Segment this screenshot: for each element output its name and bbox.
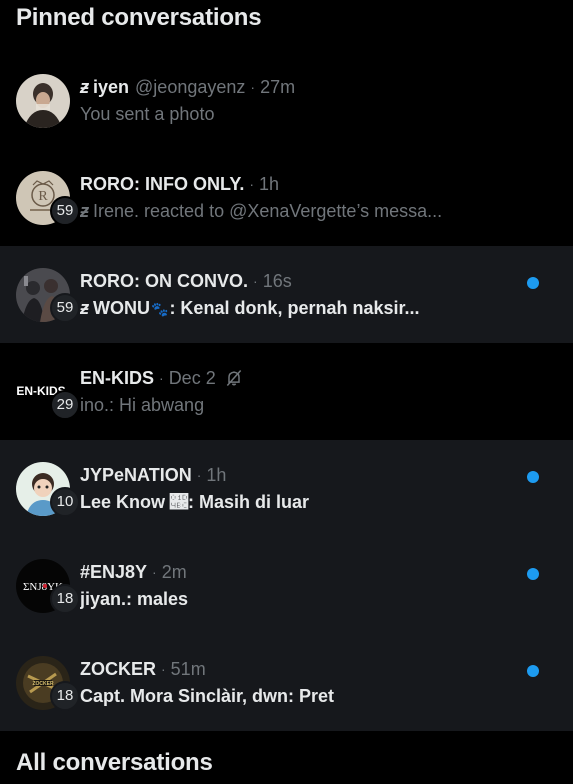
conversation-text: ZOCKER · 51m Capt. Mora Sinclàir, dwn: P…	[80, 658, 557, 707]
conversation-time: Dec 2	[168, 368, 216, 388]
conversation-preview-text: Irene. reacted to @XenaVergette’s messa.…	[93, 201, 443, 221]
conversation-item-enj8y[interactable]: ΣNJ8YK 18 #ENJ8Y · 2m jiyan.: males	[0, 537, 573, 634]
separator-dot: ·	[250, 79, 256, 95]
avatar-container: R 59	[16, 170, 80, 226]
conversation-preview: ino.: Hi abwang	[80, 395, 205, 415]
avatar-container: 59	[16, 267, 80, 323]
separator-dot: ·	[161, 661, 166, 677]
conversation-name-text: iyen	[93, 77, 130, 97]
all-conversations-header: All conversations	[16, 749, 213, 776]
conversation-time: 1h	[206, 465, 227, 485]
avatar-container	[16, 73, 70, 128]
conversation-time: 51m	[170, 659, 206, 679]
separator-dot: ·	[249, 176, 255, 192]
pinned-conversations-header: Pinned conversations	[16, 4, 262, 31]
member-count-badge: 59	[50, 292, 80, 323]
unread-indicator	[527, 665, 539, 677]
conversations-page: Pinned conversations ƶ iyen @jeongayenz ·…	[0, 0, 573, 784]
conversation-item-zocker[interactable]: ZOCKER 18 ZOCKER · 51m Capt. Mora Sinclà…	[0, 634, 573, 731]
avatar-container: ZOCKER 18	[16, 655, 80, 711]
conversation-preview: Lee Know 𝒼: Masih di luar	[80, 492, 310, 512]
conversation-preview-text: : Kenal donk, pernah naksir...	[169, 297, 420, 318]
conversation-preview: ƶ Irene. reacted to @XenaVergette’s messa…	[80, 200, 500, 222]
conversation-item-roro-info-only[interactable]: R 59 RORO: INFO ONLY. · 1h ƶ Irene. react…	[0, 149, 573, 246]
avatar	[16, 73, 70, 128]
conversation-preview: jiyan.: males	[80, 589, 189, 609]
conversation-time: 1h	[259, 174, 280, 194]
conversation-preview: You sent a photo	[80, 104, 215, 124]
name-glyph: ƶ	[80, 77, 89, 97]
conversation-header: RORO: ON CONVO. · 16s	[80, 270, 557, 292]
conversation-name: EN-KIDS	[80, 368, 155, 388]
member-count-badge: 18	[50, 583, 80, 614]
conversation-text: RORO: INFO ONLY. · 1h ƶ Irene. reacted to…	[80, 173, 557, 222]
conversation-time: 2m	[161, 562, 187, 582]
conversation-name: JYPeNATION	[80, 465, 192, 485]
conversation-handle: @jeongayenz	[135, 77, 246, 97]
conversation-item-iyen[interactable]: ƶ iyen @jeongayenz · 27m You sent a photo	[0, 52, 573, 149]
member-count-badge: 18	[50, 680, 80, 711]
conversation-text: JYPeNATION · 1h Lee Know 𝒼: Masih di lua…	[80, 464, 557, 513]
paw-icon: 🐾	[151, 300, 169, 317]
conversation-time: 27m	[260, 77, 296, 97]
conversation-text: ƶ iyen @jeongayenz · 27m You sent a photo	[80, 76, 557, 125]
conversation-header: #ENJ8Y · 2m	[80, 561, 557, 583]
muted-bell-icon	[224, 368, 244, 388]
unread-indicator	[527, 277, 539, 289]
conversation-time: 16s	[262, 270, 292, 291]
conversation-header: JYPeNATION · 1h	[80, 464, 557, 486]
avatar-container: ΣNJ8YK 18	[16, 558, 80, 614]
preview-glyph: ƶ	[80, 201, 89, 221]
conversation-name: ZOCKER	[80, 659, 156, 679]
avatar-container: 10	[16, 461, 80, 517]
svg-text:R: R	[38, 189, 48, 204]
conversation-text: RORO: ON CONVO. · 16s ƶ WONU🐾: Kenal donk…	[80, 270, 557, 320]
conversation-item-roro-on-convo[interactable]: 59 RORO: ON CONVO. · 16s ƶ WONU🐾: Kenal d…	[0, 246, 573, 343]
separator-dot: ·	[152, 564, 157, 580]
member-count-badge: 59	[50, 195, 80, 226]
conversation-preview: Capt. Mora Sinclàir, dwn: Pret	[80, 686, 335, 706]
conversation-item-en-kids[interactable]: EN-KIDS 29 EN-KIDS · Dec 2 ino.: Hi abwa…	[0, 343, 573, 440]
conversation-name: #ENJ8Y	[80, 562, 148, 582]
separator-dot: ·	[159, 370, 164, 386]
unread-indicator	[527, 568, 539, 580]
conversation-name: RORO: INFO ONLY.	[80, 174, 245, 194]
unread-indicator	[527, 471, 539, 483]
conversation-text: #ENJ8Y · 2m jiyan.: males	[80, 561, 557, 610]
avatar-container: EN-KIDS 29	[16, 364, 80, 420]
conversation-header: ZOCKER · 51m	[80, 658, 557, 680]
preview-sender: WONU	[93, 297, 150, 318]
svg-text:ZOCKER: ZOCKER	[32, 681, 54, 687]
conversation-header: ƶ iyen @jeongayenz · 27m	[80, 76, 557, 98]
conversation-header: RORO: INFO ONLY. · 1h	[80, 173, 557, 195]
conversation-name: RORO: ON CONVO.	[80, 270, 249, 291]
conversation-preview: ƶ WONU🐾: Kenal donk, pernah naksir...	[80, 297, 500, 320]
preview-glyph: ƶ	[80, 297, 89, 318]
conversation-name: ƶ iyen	[80, 76, 129, 98]
separator-dot: ·	[253, 272, 258, 289]
separator-dot: ·	[196, 467, 202, 483]
conversation-header: EN-KIDS · Dec 2	[80, 367, 557, 389]
member-count-badge: 10	[50, 486, 80, 517]
member-count-badge: 29	[50, 389, 80, 420]
conversation-item-jypenation[interactable]: 10 JYPeNATION · 1h Lee Know 𝒼: Masih di …	[0, 440, 573, 537]
conversation-text: EN-KIDS · Dec 2 ino.: Hi abwang	[80, 367, 557, 416]
